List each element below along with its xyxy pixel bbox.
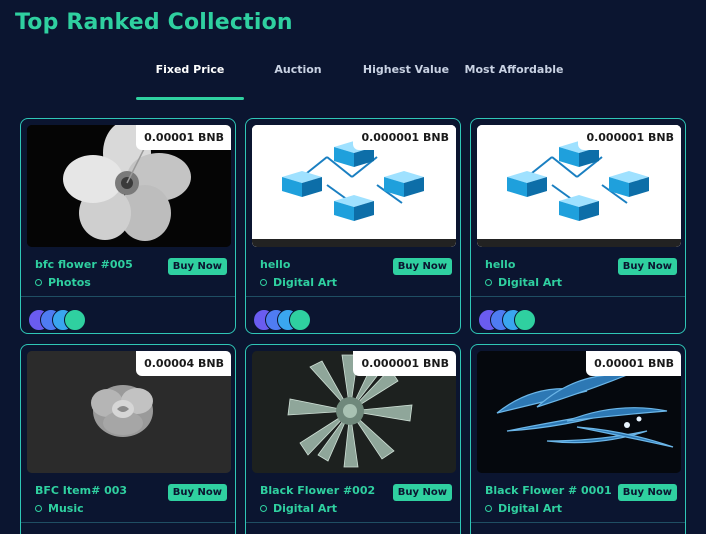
- price-badge: 0.000001 BNB: [578, 125, 681, 150]
- buy-now-button[interactable]: Buy Now: [617, 258, 677, 275]
- tab-fixed-price[interactable]: Fixed Price: [136, 62, 244, 100]
- card-divider: [471, 296, 685, 297]
- owner-avatars: [253, 309, 333, 331]
- nft-card[interactable]: 0.00001 BNB bfc flower #005 Photos Buy N…: [20, 118, 236, 334]
- card-divider: [471, 522, 685, 523]
- nft-category: Digital Art: [273, 502, 338, 515]
- nft-image-white-flower[interactable]: 0.00001 BNB: [27, 125, 231, 247]
- tab-label: Most Affordable: [464, 63, 564, 76]
- price-badge: 0.000001 BNB: [353, 351, 456, 376]
- category-icon: [260, 505, 267, 512]
- nft-category: Photos: [48, 276, 91, 289]
- page-title: Top Ranked Collection: [15, 10, 293, 35]
- buy-now-button[interactable]: Buy Now: [392, 258, 452, 275]
- category-icon: [485, 279, 492, 286]
- tab-most-affordable[interactable]: Most Affordable: [460, 62, 568, 100]
- tab-label: Fixed Price: [155, 63, 225, 76]
- nft-card[interactable]: 0.00004 BNB BFC Item# 003 Music Buy Now: [20, 344, 236, 534]
- card-divider: [21, 522, 235, 523]
- nft-image-blue-lily[interactable]: 0.00001 BNB: [477, 351, 681, 473]
- card-divider: [246, 522, 460, 523]
- nft-category: Digital Art: [498, 502, 563, 515]
- tab-highest-value[interactable]: Highest Value: [352, 62, 460, 100]
- card-divider: [246, 296, 460, 297]
- category-icon: [35, 505, 42, 512]
- buy-now-button[interactable]: Buy Now: [392, 484, 452, 501]
- avatar[interactable]: [64, 309, 86, 331]
- card-divider: [21, 296, 235, 297]
- nft-image-blockchain[interactable]: 0.000001 BNB: [477, 125, 681, 247]
- nft-image-agave[interactable]: 0.000001 BNB: [252, 351, 456, 473]
- price-badge: 0.00001 BNB: [136, 125, 231, 150]
- nft-card[interactable]: 0.00001 BNB Black Flower # 0001 Digital …: [470, 344, 686, 534]
- avatar[interactable]: [289, 309, 311, 331]
- price-badge: 0.00001 BNB: [586, 351, 681, 376]
- owner-avatars: [478, 309, 558, 331]
- nft-card[interactable]: 0.000001 BNB hello Digital Art Buy Now: [245, 118, 461, 334]
- avatar[interactable]: [514, 309, 536, 331]
- tab-label: Highest Value: [362, 63, 450, 76]
- nft-card[interactable]: 0.000001 BNB Black Flower #002 Digital A…: [245, 344, 461, 534]
- nft-category: Digital Art: [273, 276, 338, 289]
- tab-label: Auction: [274, 63, 322, 76]
- nft-image-grey-rose[interactable]: 0.00004 BNB: [27, 351, 231, 473]
- tab-auction[interactable]: Auction: [244, 62, 352, 100]
- filter-tabs: Fixed Price Auction Highest Value Most A…: [136, 62, 576, 102]
- category-icon: [260, 279, 267, 286]
- buy-now-button[interactable]: Buy Now: [167, 258, 227, 275]
- nft-category: Music: [48, 502, 84, 515]
- nft-image-blockchain[interactable]: 0.000001 BNB: [252, 125, 456, 247]
- buy-now-button[interactable]: Buy Now: [167, 484, 227, 501]
- price-badge: 0.00004 BNB: [136, 351, 231, 376]
- owner-avatars: [28, 309, 108, 331]
- category-icon: [485, 505, 492, 512]
- nft-card[interactable]: 0.000001 BNB hello Digital Art Buy Now: [470, 118, 686, 334]
- active-tab-indicator: [136, 97, 244, 100]
- price-badge: 0.000001 BNB: [353, 125, 456, 150]
- nft-category: Digital Art: [498, 276, 563, 289]
- category-icon: [35, 279, 42, 286]
- buy-now-button[interactable]: Buy Now: [617, 484, 677, 501]
